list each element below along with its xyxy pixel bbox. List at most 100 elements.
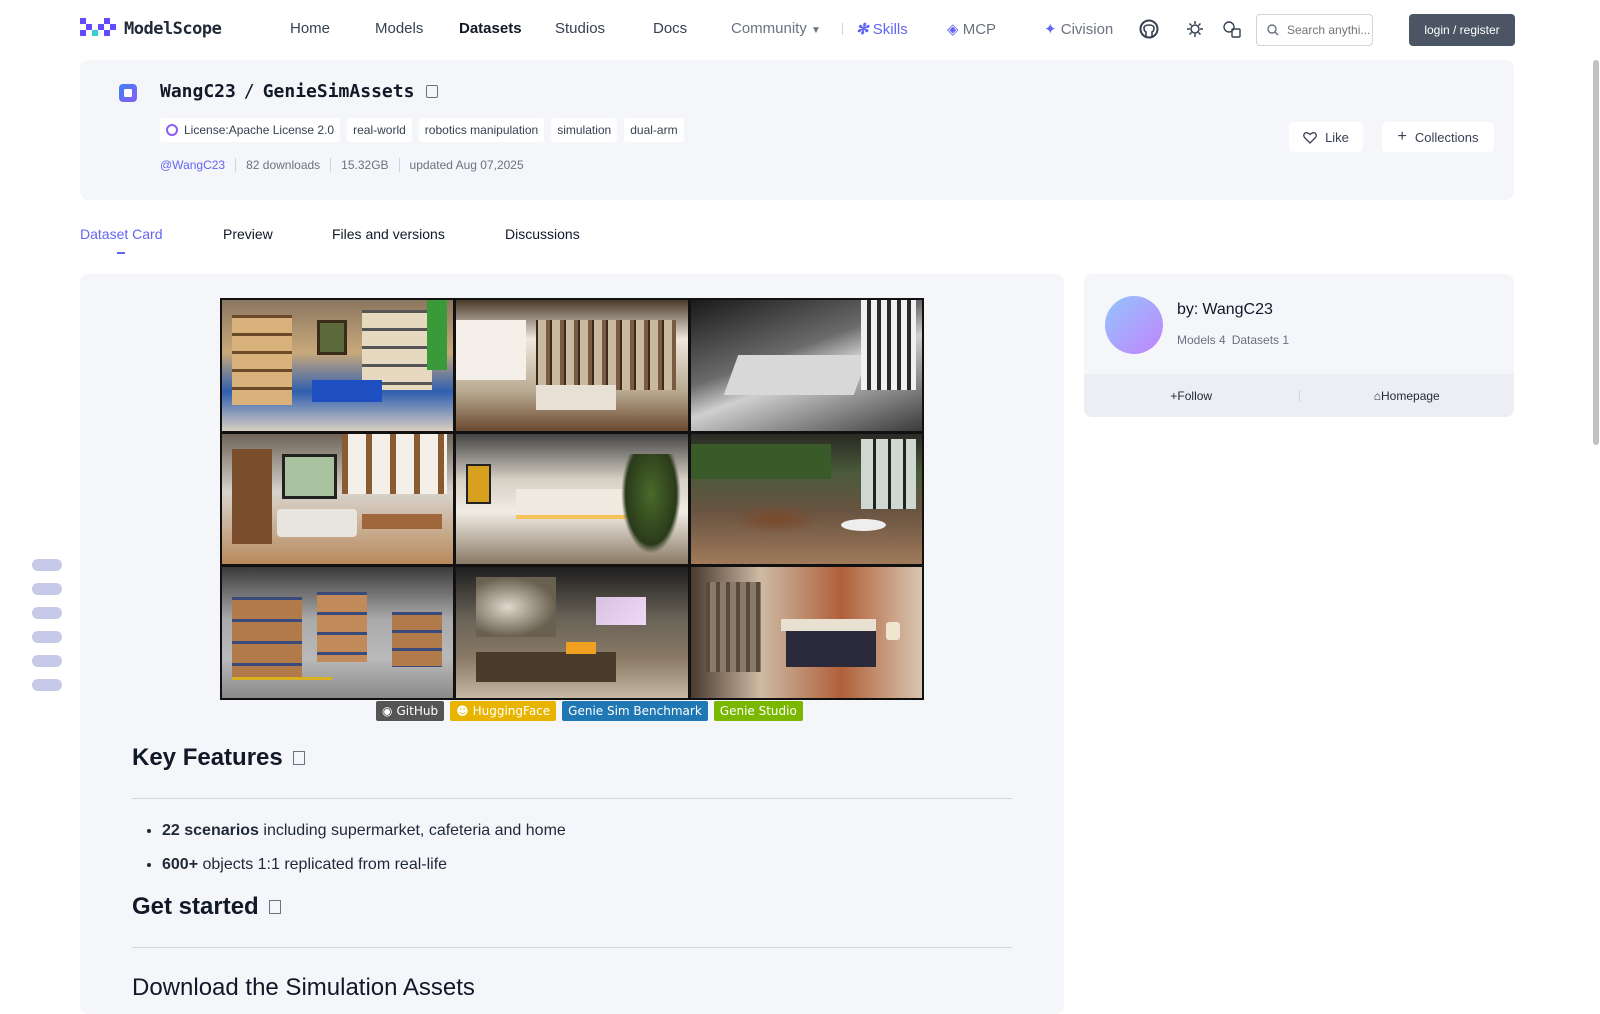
nav-datasets[interactable]: Datasets <box>459 20 522 37</box>
outline-item[interactable] <box>32 583 62 595</box>
search-icon <box>1267 24 1279 36</box>
plus-icon: + <box>1397 128 1407 145</box>
author-handle[interactable]: @WangC23 <box>160 158 235 172</box>
get-started-title: Get started <box>132 893 259 920</box>
caret-down-icon: ▼ <box>811 25 821 36</box>
scene-cafeteria <box>690 433 922 565</box>
by-label: by: <box>1177 301 1199 318</box>
github-icon[interactable] <box>1139 19 1159 39</box>
huggingface-badge-label: HuggingFace <box>472 704 551 718</box>
license-tag[interactable]: License:Apache License 2.0 <box>160 118 341 142</box>
list-item: 600+ objects 1:1 replicated from real-li… <box>162 852 566 886</box>
title-slash: / <box>243 81 255 102</box>
avatar[interactable] <box>1105 296 1163 354</box>
dataset-tags: License:Apache License 2.0 real-world ro… <box>160 118 684 142</box>
nav-civision[interactable]: ✦ Civision <box>1044 20 1113 38</box>
download-count: 82 downloads <box>235 158 330 172</box>
outline-item[interactable] <box>32 631 62 643</box>
nav-community-label: Community <box>731 20 807 37</box>
nav-studios[interactable]: Studios <box>555 20 605 37</box>
nav-mcp[interactable]: ◈ MCP <box>947 20 996 38</box>
search-box[interactable] <box>1256 14 1373 46</box>
tab-discussions[interactable]: Discussions <box>505 226 580 242</box>
theme-toggle-icon[interactable] <box>1185 19 1205 39</box>
scene-lounge <box>456 567 688 698</box>
follow-label: Follow <box>1177 388 1213 403</box>
link-badges: ◉ GitHub ☻ HuggingFace Genie Sim Benchmark… <box>376 701 803 721</box>
genie-sim-benchmark-badge[interactable]: Genie Sim Benchmark <box>562 701 708 721</box>
genie-studio-badge[interactable]: Genie Studio <box>713 701 803 721</box>
anchor-link-icon[interactable] <box>268 900 281 914</box>
follow-button[interactable]: +Follow <box>1084 389 1299 403</box>
author-models-count[interactable]: Models 4 <box>1177 333 1226 347</box>
scene-mosaic-image <box>220 298 924 700</box>
feature-highlight: 22 scenarios <box>162 822 259 839</box>
dataset-header: WangC23 / GenieSimAssets License:Apache … <box>80 60 1514 200</box>
nav-home[interactable]: Home <box>290 20 330 37</box>
top-navbar: ModelScope Home Models Datasets Studios … <box>0 0 1600 58</box>
outline-nav[interactable] <box>32 559 62 703</box>
mcp-icon: ◈ <box>947 21 959 38</box>
home-icon: ⌂ <box>1373 388 1382 403</box>
outline-item[interactable] <box>32 559 62 571</box>
tab-files-and-versions[interactable]: Files and versions <box>332 226 445 242</box>
homepage-button[interactable]: ⌂Homepage <box>1300 389 1515 403</box>
dataset-meta: @WangC23 82 downloads 15.32GB updated Au… <box>160 158 534 172</box>
collections-button[interactable]: + Collections <box>1382 122 1494 152</box>
outline-item[interactable] <box>32 679 62 691</box>
nav-mcp-label: MCP <box>962 21 997 38</box>
nav-models[interactable]: Models <box>375 20 423 37</box>
nav-skills-label: Skills <box>872 21 908 38</box>
nav-skills[interactable]: ✻ Skills <box>856 20 908 38</box>
features-list: 22 scenarios including supermarket, cafe… <box>162 818 566 886</box>
tag-robotics-manipulation[interactable]: robotics manipulation <box>418 118 545 142</box>
author-datasets-count[interactable]: Datasets 1 <box>1232 333 1289 347</box>
scene-kitchen <box>456 433 688 565</box>
github-badge[interactable]: ◉ GitHub <box>376 701 445 721</box>
scene-office-dark <box>690 300 922 431</box>
like-button[interactable]: Like <box>1289 122 1363 152</box>
nav-divider <box>842 23 843 35</box>
license-icon <box>166 124 178 136</box>
license-label: License:Apache License 2.0 <box>184 123 335 137</box>
tag-simulation[interactable]: simulation <box>551 118 618 142</box>
nav-civision-label: Civision <box>1060 21 1114 38</box>
download-assets-heading: Download the Simulation Assets <box>132 974 475 1001</box>
author-byline: by: WangC23 <box>1177 301 1273 319</box>
tag-dual-arm[interactable]: dual-arm <box>624 118 684 142</box>
scrollbar-thumb[interactable] <box>1593 60 1599 445</box>
outline-item[interactable] <box>32 655 62 667</box>
nav-docs[interactable]: Docs <box>653 20 687 37</box>
tag-real-world[interactable]: real-world <box>347 118 412 142</box>
homepage-label: Homepage <box>1381 388 1440 403</box>
dataset-size: 15.32GB <box>330 158 398 172</box>
login-register-button[interactable]: login / register <box>1409 14 1515 46</box>
language-icon[interactable] <box>1222 19 1242 39</box>
search-input[interactable] <box>1287 23 1371 37</box>
modelscope-logo[interactable]: ModelScope <box>80 18 222 40</box>
scene-bedroom <box>690 567 922 698</box>
page-scrollbar[interactable] <box>1592 58 1600 1000</box>
logo-icon <box>80 18 118 40</box>
author-card: by: WangC23 Models 4 Datasets 1 +Follow … <box>1084 274 1514 417</box>
tab-preview[interactable]: Preview <box>223 226 273 242</box>
author-name[interactable]: WangC23 <box>1202 301 1273 319</box>
tab-dataset-card[interactable]: Dataset Card <box>80 226 162 242</box>
skills-icon: ✻ <box>856 21 869 38</box>
heart-icon <box>1303 131 1317 144</box>
scene-living-room <box>222 433 454 565</box>
copy-icon[interactable] <box>426 85 439 98</box>
key-features-heading: Key Features <box>132 744 305 772</box>
feature-highlight: 600+ <box>162 856 199 873</box>
huggingface-badge-icon: ☻ <box>456 704 469 718</box>
huggingface-badge[interactable]: ☻ HuggingFace <box>450 701 557 721</box>
dataset-icon <box>119 84 137 102</box>
feature-text: objects 1:1 replicated from real-life <box>198 856 448 873</box>
outline-item[interactable] <box>32 607 62 619</box>
dataset-owner[interactable]: WangC23 <box>160 81 236 102</box>
nav-community[interactable]: Community ▼ <box>731 20 821 37</box>
github-badge-icon: ◉ <box>382 704 393 718</box>
anchor-link-icon[interactable] <box>292 751 305 765</box>
get-started-heading: Get started <box>132 893 281 921</box>
list-item: 22 scenarios including supermarket, cafe… <box>162 818 566 852</box>
